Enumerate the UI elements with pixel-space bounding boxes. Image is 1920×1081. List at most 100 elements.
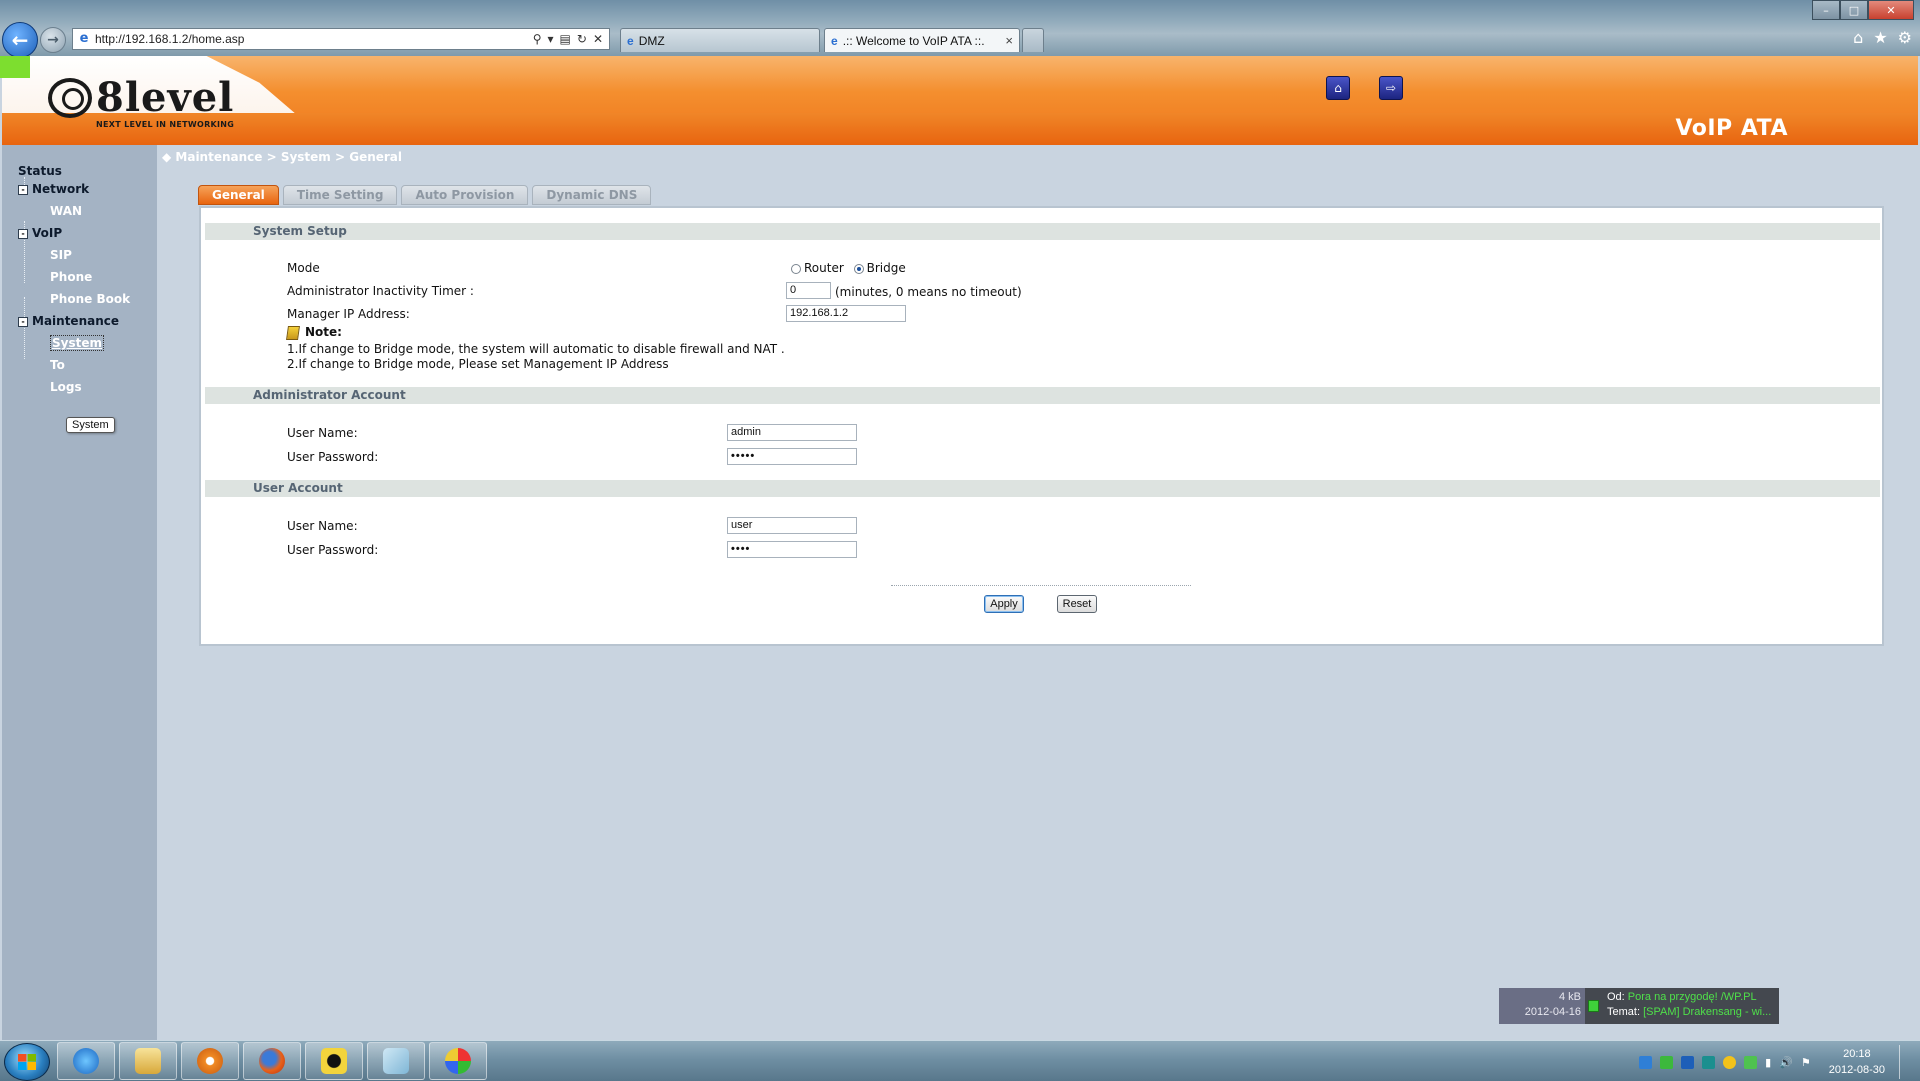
ie-page-icon: e xyxy=(79,31,89,46)
tray-app-icon[interactable] xyxy=(1660,1055,1674,1069)
dropdown-icon[interactable]: ▾ xyxy=(548,32,554,46)
favorites-star-icon[interactable]: ★ xyxy=(1873,28,1887,47)
tree-line xyxy=(24,297,25,359)
mail-subject-value: [SPAM] Drakensang - wi... xyxy=(1643,1006,1772,1018)
sidebar-item-network[interactable]: - Network xyxy=(18,182,89,196)
address-bar[interactable]: e http://192.168.1.2/home.asp ⚲ ▾ ▤ ↻ ✕ xyxy=(72,28,610,50)
firefox-icon xyxy=(259,1048,285,1074)
sidebar-item-status[interactable]: Status xyxy=(18,164,62,178)
paint-icon xyxy=(445,1048,471,1074)
mode-router-option[interactable]: Router xyxy=(791,261,844,275)
ie-tab-icon: e xyxy=(627,33,634,48)
close-tab-icon[interactable]: × xyxy=(1005,33,1013,48)
status-indicator xyxy=(0,56,30,78)
logout-icon[interactable]: ⇨ xyxy=(1379,76,1403,100)
tray-warning-icon[interactable] xyxy=(1723,1055,1737,1069)
mode-label: Mode xyxy=(287,261,320,275)
radio-router[interactable] xyxy=(791,263,801,274)
logo: 8level xyxy=(48,78,234,118)
close-window-button[interactable]: ✕ xyxy=(1868,0,1914,20)
radio-label: Bridge xyxy=(866,261,906,275)
taskbar-notepad[interactable] xyxy=(367,1042,425,1080)
tab-auto-provision[interactable]: Auto Provision xyxy=(401,185,529,205)
sidebar-item-phone[interactable]: Phone xyxy=(50,270,92,284)
settings-gear-icon[interactable]: ⚙ xyxy=(1898,28,1912,47)
sidebar-item-system[interactable]: System xyxy=(50,335,104,351)
collapse-icon[interactable]: - xyxy=(18,228,28,239)
tray-app-icon[interactable] xyxy=(1702,1055,1716,1069)
tray-app-icon[interactable] xyxy=(1681,1055,1695,1069)
mail-from-label: Od: xyxy=(1607,991,1625,1003)
tab-time-setting[interactable]: Time Setting xyxy=(282,185,398,205)
radio-bridge[interactable] xyxy=(853,263,864,274)
taskbar-ie[interactable] xyxy=(57,1042,115,1080)
minimize-button[interactable]: – xyxy=(1812,0,1840,20)
network-signal-icon[interactable]: ▮ xyxy=(1765,1056,1771,1069)
sidebar-item-maintenance[interactable]: - Maintenance xyxy=(18,314,119,328)
ie-tab-icon: e xyxy=(831,33,838,48)
tray-app-icon[interactable] xyxy=(1639,1055,1653,1069)
collapse-icon[interactable]: - xyxy=(18,316,28,327)
sidebar-label: System xyxy=(50,335,104,351)
stop-icon[interactable]: ✕ xyxy=(593,32,603,46)
forward-button[interactable]: → xyxy=(40,27,66,53)
taskbar-firefox[interactable] xyxy=(243,1042,301,1080)
sidebar-item-tools[interactable]: To xyxy=(50,358,65,372)
admin-username-input[interactable]: admin xyxy=(727,424,857,441)
section-header-user-account: User Account xyxy=(205,480,1880,497)
tray-security-icon[interactable] xyxy=(1744,1055,1758,1069)
section-header-system-setup: System Setup xyxy=(205,223,1880,240)
tab-general[interactable]: General xyxy=(198,185,279,205)
home-icon[interactable]: ⌂ xyxy=(1326,76,1350,100)
timer-hint: (minutes, 0 means no timeout) xyxy=(835,285,1022,299)
sidebar-item-logs[interactable]: Logs xyxy=(50,380,82,394)
admin-password-label: User Password: xyxy=(287,450,379,464)
new-tab-button[interactable] xyxy=(1022,28,1044,52)
action-center-flag-icon[interactable]: ⚑ xyxy=(1801,1056,1811,1069)
notepad-icon xyxy=(383,1048,409,1074)
mail-content: Od: Pora na przygodę! /WP.PL Temat: [SPA… xyxy=(1601,988,1779,1024)
divider xyxy=(891,585,1191,586)
mode-bridge-option[interactable]: Bridge xyxy=(853,261,906,275)
settings-panel: System Setup Mode Router Bridge Administ… xyxy=(199,206,1884,646)
taskbar-explorer[interactable] xyxy=(119,1042,177,1080)
user-username-label: User Name: xyxy=(287,519,358,533)
manager-ip-input[interactable]: 192.168.1.2 xyxy=(786,305,906,322)
note-title: Note: xyxy=(305,325,342,339)
collapse-icon[interactable]: - xyxy=(18,184,28,195)
address-url[interactable]: http://192.168.1.2/home.asp xyxy=(95,32,533,46)
mode-radio-group: Router Bridge xyxy=(791,261,906,275)
admin-username-label: User Name: xyxy=(287,426,358,440)
back-button[interactable]: ← xyxy=(2,22,38,58)
sidebar-label: VoIP xyxy=(32,226,63,240)
timer-input[interactable]: 0 xyxy=(786,282,831,299)
taskbar-batman-app[interactable] xyxy=(305,1042,363,1080)
sidebar-item-wan[interactable]: WAN xyxy=(50,204,82,218)
compatibility-icon[interactable]: ▤ xyxy=(560,32,571,46)
clock[interactable]: 20:18 2012-08-30 xyxy=(1829,1046,1885,1078)
browser-tab-dmz[interactable]: e DMZ xyxy=(620,28,820,52)
admin-password-input[interactable]: ••••• xyxy=(727,448,857,465)
mail-notification[interactable]: 4 kB 2012-04-16 Od: Pora na przygodę! /W… xyxy=(1499,988,1779,1024)
sidebar-item-sip[interactable]: SIP xyxy=(50,248,72,262)
sidebar-item-voip[interactable]: - VoIP xyxy=(18,226,62,240)
user-password-input[interactable]: •••• xyxy=(727,541,857,558)
refresh-icon[interactable]: ↻ xyxy=(577,32,587,46)
volume-icon[interactable]: 🔊 xyxy=(1779,1056,1793,1069)
user-password-label: User Password: xyxy=(287,543,379,557)
show-desktop-button[interactable] xyxy=(1899,1045,1912,1079)
user-username-input[interactable]: user xyxy=(727,517,857,534)
clock-time: 20:18 xyxy=(1843,1048,1871,1060)
reset-button[interactable]: Reset xyxy=(1057,595,1097,613)
apply-button[interactable]: Apply xyxy=(984,595,1024,613)
browser-tab-voip[interactable]: e .:: Welcome to VoIP ATA ::. × xyxy=(824,28,1020,52)
sidebar-item-phone-book[interactable]: Phone Book xyxy=(50,292,130,306)
taskbar-media-player[interactable] xyxy=(181,1042,239,1080)
note-line-1: 1.If change to Bridge mode, the system w… xyxy=(287,342,785,356)
taskbar-paint[interactable] xyxy=(429,1042,487,1080)
home-icon[interactable]: ⌂ xyxy=(1853,28,1863,47)
tab-dynamic-dns[interactable]: Dynamic DNS xyxy=(532,185,652,205)
maximize-button[interactable]: □ xyxy=(1840,0,1868,20)
start-button[interactable] xyxy=(4,1043,50,1081)
search-icon[interactable]: ⚲ xyxy=(533,32,542,46)
